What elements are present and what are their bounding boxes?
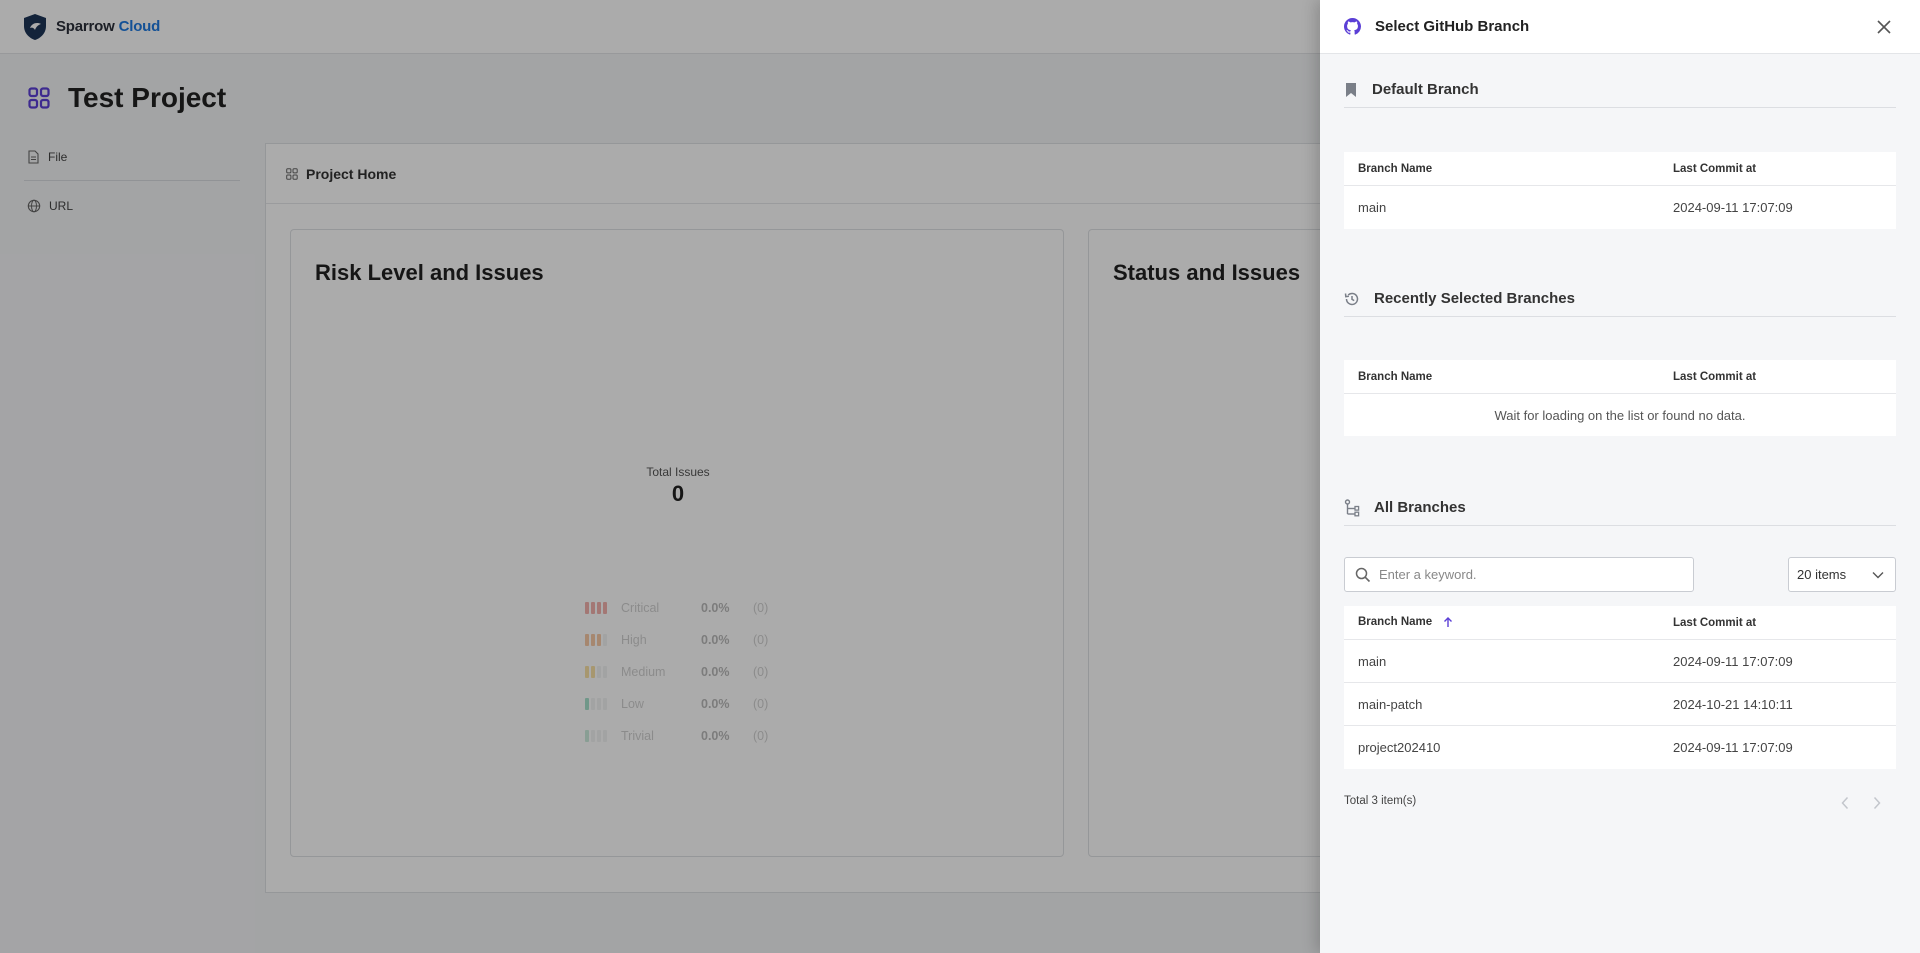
branch-search[interactable] — [1344, 557, 1694, 592]
sort-ascending-icon[interactable] — [1443, 616, 1453, 628]
github-icon — [1344, 18, 1361, 35]
section-title: All Branches — [1374, 499, 1466, 516]
recent-branches-header: Recently Selected Branches — [1344, 281, 1896, 317]
column-branch-name[interactable]: Branch Name — [1344, 616, 1673, 629]
table-row[interactable]: main 2024-09-11 17:07:09 — [1344, 186, 1896, 229]
branch-name: project202410 — [1358, 740, 1441, 755]
prev-page-icon[interactable] — [1840, 796, 1850, 810]
table-header: Branch Name Last Commit at — [1344, 152, 1896, 186]
bookmark-icon — [1346, 82, 1356, 97]
last-commit: 2024-09-11 17:07:09 — [1673, 740, 1793, 755]
drawer-title: Select GitHub Branch — [1375, 18, 1530, 35]
branch-tree-icon — [1344, 498, 1360, 516]
search-input[interactable] — [1379, 567, 1679, 582]
history-icon — [1344, 292, 1359, 305]
last-commit: 2024-10-21 14:10:11 — [1673, 696, 1793, 712]
all-branches-header: All Branches — [1344, 490, 1896, 526]
table-row[interactable]: project202410 2024-09-11 17:07:09 — [1344, 726, 1896, 769]
table-row[interactable]: main 2024-09-11 17:07:09 — [1344, 640, 1896, 683]
drawer-header: Select GitHub Branch — [1320, 0, 1920, 54]
branch-name: main-patch — [1358, 696, 1423, 712]
empty-message: Wait for loading on the list or found no… — [1494, 407, 1746, 423]
table-row[interactable]: main-patch 2024-10-21 14:10:11 — [1344, 683, 1896, 726]
table-header: Branch Name Last Commit at — [1344, 606, 1896, 640]
column-branch-name: Branch Name — [1358, 162, 1433, 175]
page-size-select[interactable]: 20 items — [1788, 557, 1896, 592]
pagination — [1840, 796, 1882, 810]
last-commit: 2024-09-11 17:07:09 — [1673, 200, 1793, 215]
default-branch-header: Default Branch — [1344, 72, 1896, 108]
branch-name: main — [1358, 653, 1387, 669]
next-page-icon[interactable] — [1872, 796, 1882, 810]
recent-branches-table: Branch Name Last Commit at Wait for load… — [1344, 360, 1896, 436]
column-last-commit: Last Commit at — [1673, 162, 1757, 175]
default-branch-table: Branch Name Last Commit at main 2024-09-… — [1344, 152, 1896, 229]
chevron-down-icon — [1872, 572, 1884, 579]
column-last-commit: Last Commit at — [1673, 370, 1757, 383]
column-branch-name: Branch Name — [1358, 370, 1433, 383]
last-commit: 2024-09-11 17:07:09 — [1673, 653, 1793, 669]
section-title: Default Branch — [1372, 81, 1479, 98]
section-title: Recently Selected Branches — [1374, 290, 1575, 307]
select-branch-drawer: Select GitHub Branch Default Branch Bran… — [1320, 0, 1920, 953]
column-last-commit: Last Commit at — [1673, 616, 1757, 629]
branch-name: main — [1358, 200, 1387, 215]
column-label: Branch Name — [1358, 616, 1433, 629]
all-branches-table: Branch Name Last Commit at main 2024-09-… — [1344, 606, 1896, 769]
search-icon — [1355, 567, 1371, 582]
table-header: Branch Name Last Commit at — [1344, 360, 1896, 394]
total-items-count: Total 3 item(s) — [1344, 795, 1417, 807]
close-icon — [1877, 20, 1891, 34]
page-size-value: 20 items — [1797, 567, 1847, 582]
close-button[interactable] — [1874, 17, 1894, 37]
